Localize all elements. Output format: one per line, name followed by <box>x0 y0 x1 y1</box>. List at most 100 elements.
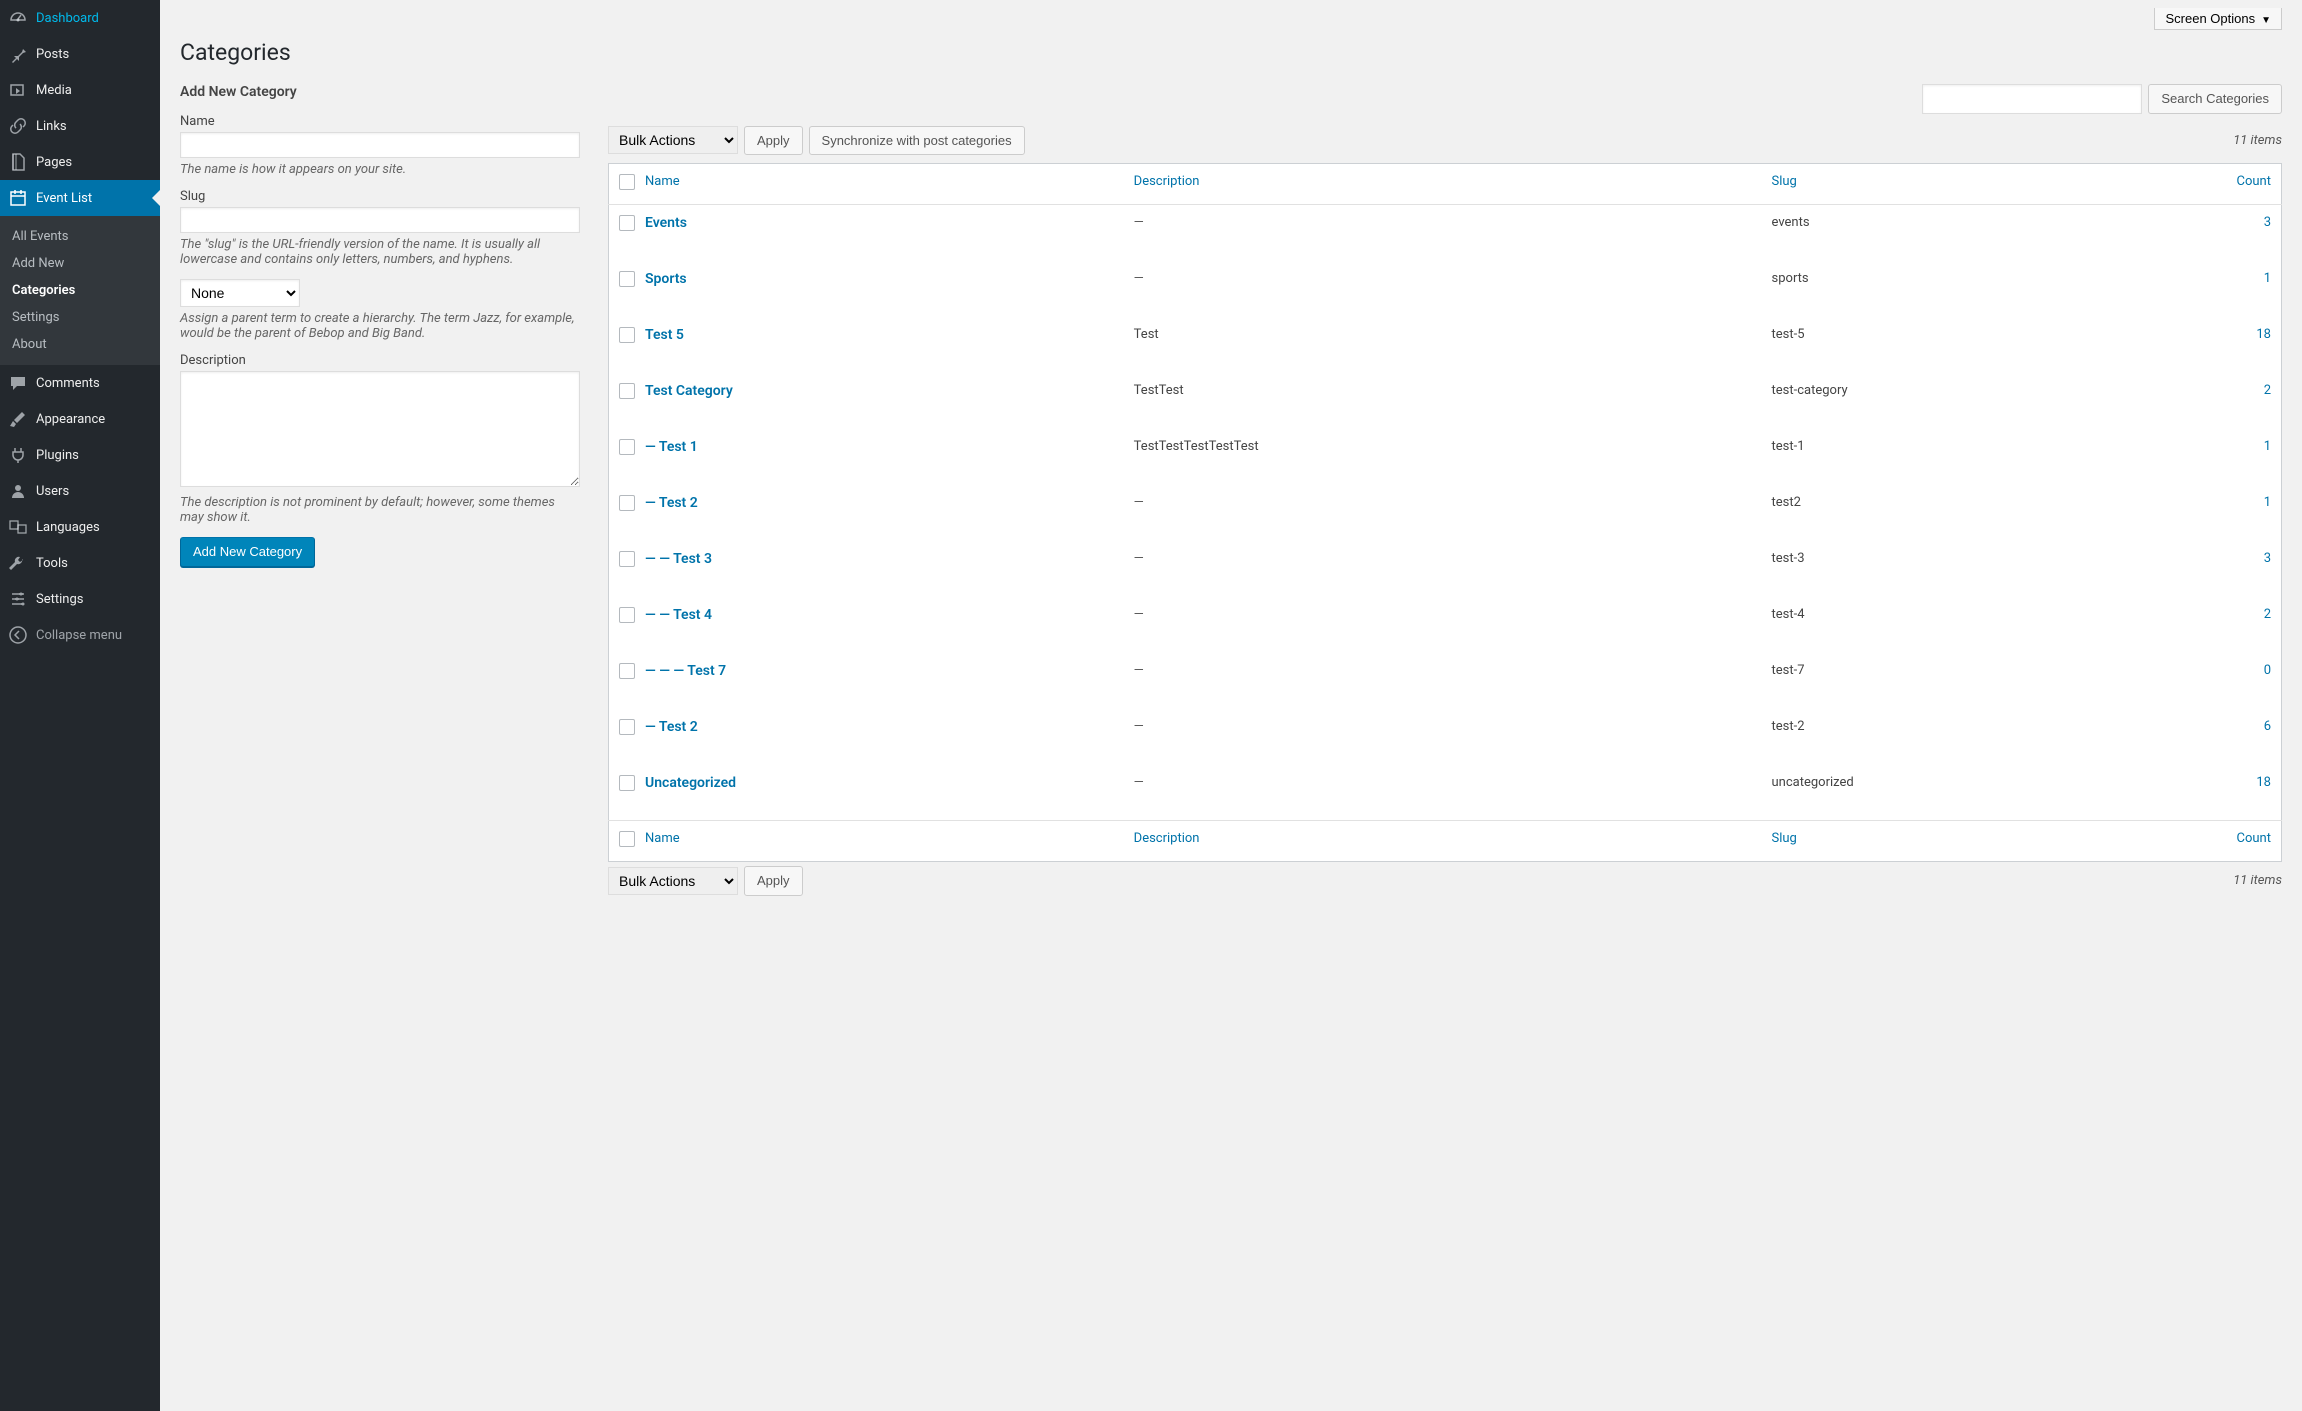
category-name-link[interactable]: — Test 2 <box>645 719 698 735</box>
select-all-top[interactable] <box>619 174 635 190</box>
category-description: TestTestTestTestTest <box>1124 429 1762 485</box>
sidebar-item-tools[interactable]: Tools <box>0 545 160 581</box>
col-count-foot[interactable]: Count <box>2237 831 2271 846</box>
sidebar-item-pages[interactable]: Pages <box>0 144 160 180</box>
slug-input[interactable] <box>180 207 580 233</box>
submenu-item-all-events[interactable]: All Events <box>0 223 160 250</box>
submenu-item-categories[interactable]: Categories <box>0 277 160 304</box>
name-input[interactable] <box>180 132 580 158</box>
col-name[interactable]: Name <box>645 174 680 189</box>
items-count-bottom: 11 items <box>2233 873 2282 888</box>
category-count-link[interactable]: 18 <box>2256 775 2271 790</box>
submenu-item-add-new[interactable]: Add New <box>0 250 160 277</box>
category-description: — <box>1124 205 1762 261</box>
category-description: — <box>1124 597 1762 653</box>
screen-options-button[interactable]: Screen Options▼ <box>2154 8 2282 30</box>
submenu-item-settings[interactable]: Settings <box>0 304 160 331</box>
page-title: Categories <box>180 30 2282 70</box>
category-slug: test-7 <box>1762 653 2212 709</box>
category-name-link[interactable]: — — Test 3 <box>645 551 712 567</box>
user-icon <box>8 481 28 501</box>
sidebar-item-comments[interactable]: Comments <box>0 365 160 401</box>
category-name-link[interactable]: Uncategorized <box>645 775 736 791</box>
sidebar-item-links[interactable]: Links <box>0 108 160 144</box>
sidebar-item-posts[interactable]: Posts <box>0 36 160 72</box>
sync-button[interactable]: Synchronize with post categories <box>809 126 1025 156</box>
description-textarea[interactable] <box>180 371 580 487</box>
category-description: TestTest <box>1124 373 1762 429</box>
search-button[interactable]: Search Categories <box>2148 84 2282 114</box>
category-count-link[interactable]: 2 <box>2264 383 2271 398</box>
category-count-link[interactable]: 3 <box>2264 215 2271 230</box>
sidebar-item-languages[interactable]: Languages <box>0 509 160 545</box>
name-label: Name <box>180 114 580 129</box>
col-description-foot[interactable]: Description <box>1134 831 1200 846</box>
category-name-link[interactable]: Sports <box>645 271 687 287</box>
category-count-link[interactable]: 18 <box>2256 327 2271 342</box>
sidebar-item-media[interactable]: Media <box>0 72 160 108</box>
parent-select[interactable]: None <box>180 279 300 307</box>
category-count-link[interactable]: 3 <box>2264 551 2271 566</box>
sidebar-item-plugins[interactable]: Plugins <box>0 437 160 473</box>
table-row: Uncategorized—uncategorized18 <box>609 765 2282 821</box>
sidebar-item-event-list[interactable]: Event List <box>0 180 160 216</box>
category-slug: test-category <box>1762 373 2212 429</box>
row-checkbox[interactable] <box>619 439 635 455</box>
row-checkbox[interactable] <box>619 383 635 399</box>
row-checkbox[interactable] <box>619 271 635 287</box>
collapse-menu[interactable]: Collapse menu <box>0 617 160 653</box>
category-name-link[interactable]: — Test 1 <box>645 439 698 455</box>
category-name-link[interactable]: Test Category <box>645 383 733 399</box>
category-count-link[interactable]: 1 <box>2264 439 2271 454</box>
sidebar-item-label: Users <box>36 484 69 499</box>
row-checkbox[interactable] <box>619 719 635 735</box>
row-checkbox[interactable] <box>619 551 635 567</box>
collapse-label: Collapse menu <box>36 628 122 643</box>
sidebar-item-dashboard[interactable]: Dashboard <box>0 0 160 36</box>
apply-button-top[interactable]: Apply <box>744 126 803 156</box>
sidebar-item-settings[interactable]: Settings <box>0 581 160 617</box>
sidebar-item-label: Posts <box>36 47 69 62</box>
category-description: — <box>1124 261 1762 317</box>
sidebar-item-label: Links <box>36 119 67 134</box>
sidebar-item-label: Languages <box>36 520 100 535</box>
bulk-actions-select-top[interactable]: Bulk Actions <box>608 126 738 154</box>
category-count-link[interactable]: 6 <box>2264 719 2271 734</box>
category-slug: test-2 <box>1762 709 2212 765</box>
col-slug[interactable]: Slug <box>1772 174 1797 189</box>
topbar: Screen Options▼ <box>180 0 2282 30</box>
col-slug-foot[interactable]: Slug <box>1772 831 1797 846</box>
row-checkbox[interactable] <box>619 495 635 511</box>
category-count-link[interactable]: 2 <box>2264 607 2271 622</box>
select-all-bottom[interactable] <box>619 831 635 847</box>
row-checkbox[interactable] <box>619 775 635 791</box>
category-name-link[interactable]: — — — Test 7 <box>645 663 726 679</box>
search-input[interactable] <box>1922 84 2142 114</box>
sidebar-item-appearance[interactable]: Appearance <box>0 401 160 437</box>
row-checkbox[interactable] <box>619 663 635 679</box>
table-row: — — Test 4—test-42 <box>609 597 2282 653</box>
category-count-link[interactable]: 0 <box>2264 663 2271 678</box>
row-checkbox[interactable] <box>619 327 635 343</box>
submenu-item-about[interactable]: About <box>0 331 160 358</box>
row-checkbox[interactable] <box>619 607 635 623</box>
sidebar-item-users[interactable]: Users <box>0 473 160 509</box>
col-count[interactable]: Count <box>2237 174 2271 189</box>
col-name-foot[interactable]: Name <box>645 831 680 846</box>
category-description: Test <box>1124 317 1762 373</box>
form-heading: Add New Category <box>180 84 580 100</box>
category-name-link[interactable]: Events <box>645 215 687 231</box>
category-slug: events <box>1762 205 2212 261</box>
category-count-link[interactable]: 1 <box>2264 495 2271 510</box>
category-name-link[interactable]: — — Test 4 <box>645 607 712 623</box>
category-name-link[interactable]: — Test 2 <box>645 495 698 511</box>
pin-icon <box>8 44 28 64</box>
category-name-link[interactable]: Test 5 <box>645 327 684 343</box>
main-content: Screen Options▼ Categories Add New Categ… <box>160 0 2302 1411</box>
row-checkbox[interactable] <box>619 215 635 231</box>
apply-button-bottom[interactable]: Apply <box>744 866 803 896</box>
bulk-actions-select-bottom[interactable]: Bulk Actions <box>608 867 738 895</box>
category-count-link[interactable]: 1 <box>2264 271 2271 286</box>
col-description[interactable]: Description <box>1134 174 1200 189</box>
add-category-button[interactable]: Add New Category <box>180 537 315 567</box>
